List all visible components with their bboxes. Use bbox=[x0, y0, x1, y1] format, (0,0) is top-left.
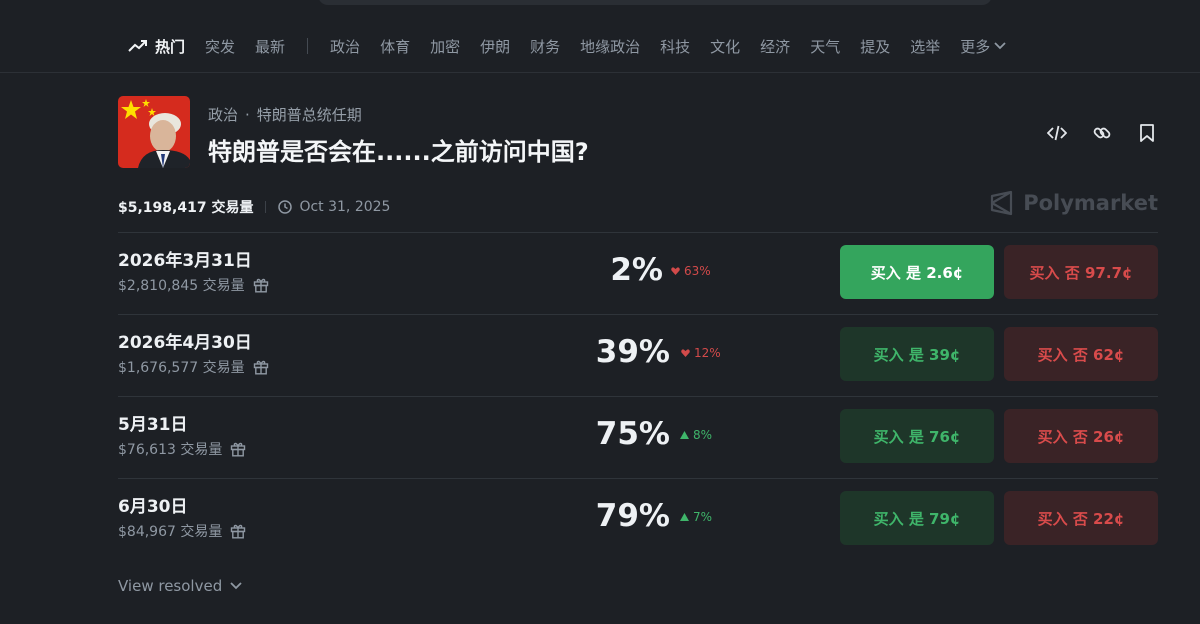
probability-change-text: 8% bbox=[693, 428, 713, 442]
outcome-volume: $84,967 交易量 bbox=[118, 521, 246, 541]
category-nav: 热门 突发 最新 政治 体育 加密 伊朗 财务 地缘政治 科技 文化 经济 天气… bbox=[0, 0, 1200, 73]
outcome-row[interactable]: 5月31日 $76,613 交易量 75% 8% 买入 是 76¢ 买入 否 2… bbox=[118, 396, 1158, 478]
outcome-row[interactable]: 2026年3月31日 $2,810,845 交易量 2% 63% 买入 是 2.… bbox=[118, 232, 1158, 314]
outcome-date: 2026年3月31日 bbox=[118, 251, 252, 271]
nav-item-geopolitics[interactable]: 地缘政治 bbox=[580, 36, 640, 57]
chevron-down-icon bbox=[994, 42, 1006, 50]
buy-no-button[interactable]: 买入 否 62¢ bbox=[1004, 327, 1158, 381]
total-volume: $5,198,417 交易量 bbox=[118, 200, 254, 216]
buy-yes-button[interactable]: 买入 是 39¢ bbox=[840, 327, 994, 381]
outcome-row[interactable]: 6月30日 $84,967 交易量 79% 7% 买入 是 79¢ 买入 否 2… bbox=[118, 478, 1158, 560]
market-thumbnail bbox=[118, 96, 190, 168]
probability-change: 63% bbox=[671, 264, 711, 278]
nav-divider bbox=[307, 38, 309, 54]
outcome-volume-text: $2,810,845 交易量 bbox=[118, 278, 245, 294]
gift-icon[interactable] bbox=[230, 523, 246, 539]
probability-change-text: 7% bbox=[693, 510, 713, 524]
outcome-probability: 79% bbox=[595, 498, 670, 534]
clock-icon bbox=[278, 200, 293, 214]
heart-down-icon bbox=[681, 349, 690, 357]
embed-button[interactable] bbox=[1046, 122, 1068, 144]
nav-item-mentions[interactable]: 提及 bbox=[860, 36, 890, 57]
bookmark-button[interactable] bbox=[1136, 122, 1158, 144]
outcome-probability: 39% bbox=[595, 334, 670, 370]
triangle-up-icon bbox=[680, 431, 689, 439]
nav-item-weather[interactable]: 天气 bbox=[810, 36, 840, 57]
nav-more-label: 更多 bbox=[960, 37, 991, 56]
outcome-probability: 75% bbox=[595, 416, 670, 452]
buy-no-button[interactable]: 买入 否 26¢ bbox=[1004, 409, 1158, 463]
meta-divider bbox=[265, 201, 267, 213]
buy-yes-button[interactable]: 买入 是 79¢ bbox=[840, 491, 994, 545]
outcome-volume-text: $1,676,577 交易量 bbox=[118, 360, 245, 376]
outcome-probability: 2% bbox=[610, 252, 663, 288]
buy-yes-button[interactable]: 买入 是 2.6¢ bbox=[840, 245, 994, 299]
nav-item-finance[interactable]: 财务 bbox=[530, 36, 560, 57]
probability-change-text: 63% bbox=[684, 264, 711, 278]
nav-item-hot[interactable]: 热门 bbox=[128, 36, 185, 57]
market-title: 特朗普是否会在......之前访问中国? bbox=[208, 138, 589, 166]
breadcrumb-separator: · bbox=[245, 106, 250, 124]
gift-icon[interactable] bbox=[230, 441, 246, 457]
nav-item-economy[interactable]: 经济 bbox=[760, 36, 790, 57]
nav-item-hot-label: 热门 bbox=[155, 37, 186, 56]
buy-no-button[interactable]: 买入 否 22¢ bbox=[1004, 491, 1158, 545]
nav-item-latest[interactable]: 最新 bbox=[255, 36, 285, 57]
outcome-volume-text: $76,613 交易量 bbox=[118, 442, 223, 458]
nav-item-elections[interactable]: 选举 bbox=[910, 36, 940, 57]
outcome-volume: $76,613 交易量 bbox=[118, 439, 246, 459]
outcome-volume-text: $84,967 交易量 bbox=[118, 524, 223, 540]
gift-icon[interactable] bbox=[253, 277, 269, 293]
nav-item-crypto[interactable]: 加密 bbox=[430, 36, 460, 57]
heart-down-icon bbox=[671, 267, 680, 275]
market-meta: $5,198,417 交易量 Oct 31, 2025 Polymarket bbox=[118, 190, 1158, 218]
probability-change: 7% bbox=[680, 510, 712, 524]
market-breadcrumb: 政治 · 特朗普总统任期 bbox=[208, 104, 362, 125]
polymarket-logo-icon bbox=[991, 190, 1013, 216]
nav-more-button[interactable]: 更多 bbox=[960, 36, 1006, 57]
buy-yes-button[interactable]: 买入 是 76¢ bbox=[840, 409, 994, 463]
link-icon bbox=[1093, 127, 1111, 139]
end-date-text: Oct 31, 2025 bbox=[299, 199, 391, 215]
outcome-row[interactable]: 2026年4月30日 $1,676,577 交易量 39% 12% 买入 是 3… bbox=[118, 314, 1158, 396]
polymarket-logo-text: Polymarket bbox=[1023, 191, 1158, 215]
outcome-volume: $2,810,845 交易量 bbox=[118, 275, 269, 295]
probability-change-text: 12% bbox=[694, 346, 721, 360]
trending-icon bbox=[128, 39, 148, 53]
copy-link-button[interactable] bbox=[1091, 122, 1113, 144]
end-date: Oct 31, 2025 bbox=[278, 199, 390, 215]
nav-item-tech[interactable]: 科技 bbox=[660, 36, 690, 57]
bookmark-icon bbox=[1140, 124, 1154, 142]
nav-item-breaking[interactable]: 突发 bbox=[205, 36, 235, 57]
nav-item-politics[interactable]: 政治 bbox=[330, 36, 360, 57]
view-resolved-button[interactable]: View resolved bbox=[118, 577, 242, 595]
breadcrumb-subcategory[interactable]: 特朗普总统任期 bbox=[257, 106, 362, 124]
breadcrumb-category[interactable]: 政治 bbox=[208, 106, 238, 124]
outcome-date: 5月31日 bbox=[118, 415, 188, 435]
polymarket-logo: Polymarket bbox=[989, 190, 1158, 216]
outcome-date: 6月30日 bbox=[118, 497, 188, 517]
probability-change: 12% bbox=[681, 346, 721, 360]
market-header: 政治 · 特朗普总统任期 特朗普是否会在......之前访问中国? bbox=[118, 96, 1158, 168]
code-icon bbox=[1047, 125, 1067, 141]
nav-item-iran[interactable]: 伊朗 bbox=[480, 36, 510, 57]
chevron-down-icon bbox=[230, 582, 242, 590]
buy-no-button[interactable]: 买入 否 97.7¢ bbox=[1004, 245, 1158, 299]
probability-change: 8% bbox=[680, 428, 712, 442]
outcome-volume: $1,676,577 交易量 bbox=[118, 357, 269, 377]
triangle-up-icon bbox=[680, 513, 689, 521]
category-nav-row: 热门 突发 最新 政治 体育 加密 伊朗 财务 地缘政治 科技 文化 经济 天气… bbox=[128, 35, 1006, 57]
market-actions bbox=[1023, 122, 1158, 144]
nav-item-culture[interactable]: 文化 bbox=[710, 36, 740, 57]
nav-item-sports[interactable]: 体育 bbox=[380, 36, 410, 57]
gift-icon[interactable] bbox=[253, 359, 269, 375]
outcome-date: 2026年4月30日 bbox=[118, 333, 252, 353]
view-resolved-label: View resolved bbox=[118, 577, 223, 595]
